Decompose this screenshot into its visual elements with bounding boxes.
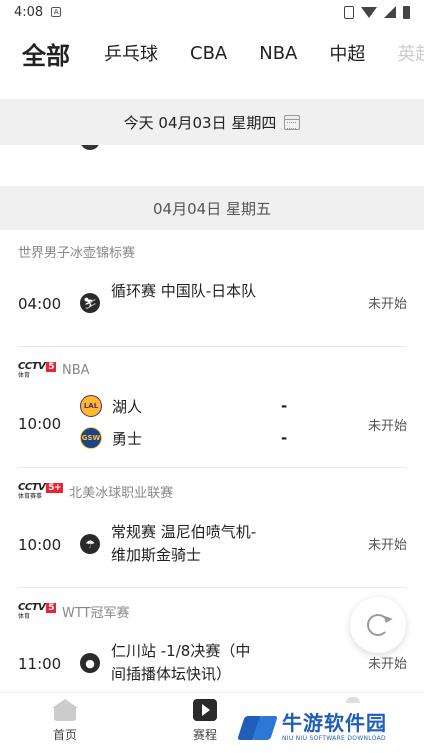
signal-icon	[384, 6, 396, 18]
battery-icon	[403, 5, 410, 19]
watermark-logo-icon	[237, 712, 278, 742]
league-name: 世界男子冰壶锦标赛	[18, 246, 136, 261]
nav-schedule[interactable]: 赛程	[193, 699, 217, 743]
tab-csl[interactable]: 中超	[313, 40, 381, 66]
match-status: 未开始	[367, 657, 407, 672]
match-status: 未开始	[367, 538, 407, 553]
current-date-bar[interactable]: 今天 04月03日 星期四	[0, 99, 424, 145]
watermark: 牛游软件园 NIU NIU SOFTWARE DOWNLOAD	[237, 705, 418, 749]
lakers-logo-icon: LAL	[80, 395, 102, 417]
home-icon	[52, 699, 78, 721]
divider	[18, 346, 406, 347]
nhl-icon: ☂	[80, 534, 100, 554]
tab-table-tennis[interactable]: 乒乓球	[88, 40, 174, 66]
watermark-subtitle: NIU NIU SOFTWARE DOWNLOAD	[282, 735, 386, 742]
tab-nba[interactable]: NBA	[243, 43, 313, 64]
curling-icon: ⛷	[80, 293, 100, 313]
home-team-name: 湖人	[112, 397, 143, 416]
match-status: 未开始	[367, 297, 407, 312]
match-status: 未开始	[367, 419, 407, 434]
match-card-nhl[interactable]: CCTV 5+ 体育赛事 北美冰球职业联赛 10:00 ☂ 常规赛 温尼伯喷气机-…	[0, 468, 424, 588]
league-row: CCTV 5+ 体育赛事 北美冰球职业联赛	[18, 482, 174, 502]
schedule-screen: 4:08 A 全部 乒乓球 CBA NBA 中超 英超 今天 04月03日 星期…	[0, 0, 424, 753]
cctv5-logo: CCTV 5 体育	[18, 361, 57, 379]
league-name: WTT冠军赛	[62, 606, 130, 621]
league-row: CCTV 5 体育 WTT冠军赛	[18, 602, 130, 622]
schedule-icon	[193, 699, 217, 721]
match-card-nba[interactable]: CCTV 5 体育 NBA 10:00 LAL 湖人 - GSW 勇士 - 未开始	[0, 348, 424, 468]
match-time: 11:00	[18, 655, 62, 673]
refresh-icon	[367, 614, 389, 636]
away-team-row: GSW 勇士	[80, 427, 142, 449]
notification-icon: A	[51, 7, 62, 17]
wifi-icon	[361, 6, 377, 18]
match-time: 04:00	[18, 295, 62, 313]
day-header-label: 04月04日 星期五	[153, 199, 271, 218]
tab-all[interactable]: 全部	[0, 36, 88, 71]
tab-premier-league[interactable]: 英超	[381, 40, 424, 66]
away-score: -	[281, 429, 288, 447]
tab-cba[interactable]: CBA	[174, 43, 243, 64]
status-time: 4:08	[14, 4, 44, 20]
nav-schedule-label: 赛程	[193, 728, 218, 742]
match-title: 循环赛 中国队-日本队	[111, 282, 257, 300]
status-bar: 4:08 A	[0, 0, 424, 24]
league-name: 北美冰球职业联赛	[69, 486, 174, 501]
match-time: 10:00	[18, 536, 62, 554]
away-team-name: 勇士	[112, 429, 143, 448]
status-icons	[344, 5, 410, 19]
vibrate-icon	[344, 5, 354, 19]
refresh-button[interactable]	[350, 597, 406, 653]
warriors-logo-icon: GSW	[80, 427, 102, 449]
day-header: 04月04日 星期五	[0, 186, 424, 230]
home-score: -	[281, 397, 288, 415]
nav-home[interactable]: 首页	[52, 699, 78, 743]
league-name: NBA	[62, 363, 90, 378]
current-date-label: 今天 04月03日 星期四	[123, 113, 277, 132]
category-tabs: 全部 乒乓球 CBA NBA 中超 英超	[0, 28, 424, 78]
match-title: 常规赛 温尼伯喷气机-维加斯金骑士	[111, 523, 257, 564]
cctv5plus-logo: CCTV 5+ 体育赛事	[18, 482, 64, 500]
match-card-curling[interactable]: 世界男子冰壶锦标赛 04:00 ⛷ 循环赛 中国队-日本队 未开始	[0, 230, 424, 348]
nav-extra-icon[interactable]	[346, 697, 360, 703]
watermark-title: 牛游软件园	[282, 711, 387, 735]
calendar-icon[interactable]	[284, 114, 301, 130]
match-title: 仁川站 -1/8决赛（中间插播体坛快讯）	[111, 642, 251, 683]
match-time: 10:00	[18, 415, 62, 433]
cctv5-logo: CCTV 5 体育	[18, 602, 57, 620]
table-tennis-icon: ●	[80, 653, 100, 673]
league-row: CCTV 5 体育 NBA	[18, 361, 90, 380]
home-team-row: LAL 湖人	[80, 395, 142, 417]
nav-home-label: 首页	[52, 728, 77, 742]
